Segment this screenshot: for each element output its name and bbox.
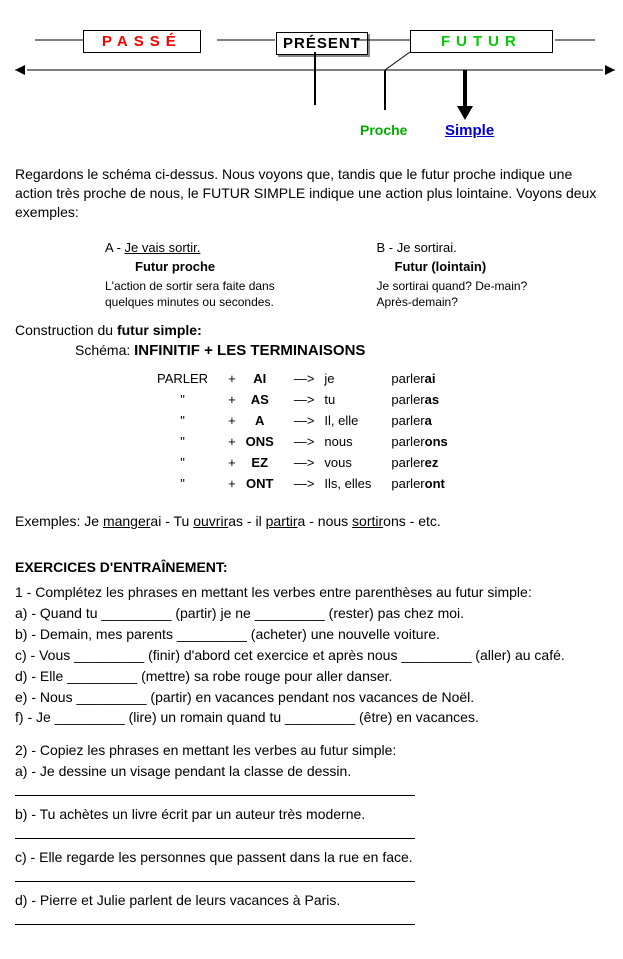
constr-bold: futur simple: [117,322,202,338]
example-b: B - Je sortirai. Futur (lointain) Je sor… [337,240,609,310]
ex-b-label: Futur (lointain) [377,259,599,274]
link-simple[interactable]: Simple [445,122,494,139]
examples-pair: A - Je vais sortir. Futur proche L'actio… [15,240,608,310]
answer-line [15,869,608,885]
ex1-item: d) - Elle _________ (mettre) sa robe rou… [15,667,608,686]
ex1-item: e) - Nous _________ (partir) en vacances… [15,688,608,707]
timeline-svg [15,10,615,145]
ex-b-desc: Je sortirai quand? De-main? Après-demain… [377,278,557,310]
ex-a-prefix: A - [105,240,125,255]
exercices-title: EXERCICES D'ENTRAÎNEMENT: [15,559,608,575]
answer-line [15,826,608,842]
conj-row: "+EZ—>vousparlerez [157,453,458,472]
conj-row: "+A—>Il, elleparlera [157,411,458,430]
ex1-item: f) - Je _________ (lire) un romain quand… [15,708,608,727]
ex-a-label: Futur proche [105,259,327,274]
ex2-item: d) - Pierre et Julie parlent de leurs va… [15,891,608,910]
ex1-intro: 1 - Complétez les phrases en mettant les… [15,583,608,602]
conj-row: "+ONT—>Ils, ellesparleront [157,474,458,493]
ex2-item: a) - Je dessine un visage pendant la cla… [15,762,608,781]
ex2-list: a) - Je dessine un visage pendant la cla… [15,762,608,928]
ex-b-prefix: B - [377,240,397,255]
ex1-item: c) - Vous _________ (finir) d'abord cet … [15,646,608,665]
ex2-intro: 2) - Copiez les phrases en mettant les v… [15,741,608,760]
constr-label: Construction du [15,322,117,338]
exemples-line: Exemples: Je mangerai - Tu ouvriras - il… [15,513,608,529]
intro-paragraph: Regardons le schéma ci-dessus. Nous voyo… [15,165,608,222]
ex1-item: a) - Quand tu _________ (partir) je ne _… [15,604,608,623]
schema-label: Schéma: [75,342,134,358]
ex2-item: b) - Tu achètes un livre écrit par un au… [15,805,608,824]
construction-heading: Construction du futur simple: [15,322,608,338]
ex-a-sentence: Je vais sortir. [125,240,201,255]
conj-row: PARLER+AI—>jeparlerai [157,369,458,388]
conj-row: "+ONS—>nousparlerons [157,432,458,451]
schema-line: Schéma: INFINITIF + LES TERMINAISONS [75,342,608,359]
timeline-diagram: PASSÉ PRÉSENT FUTUR Proche Simple [15,10,608,145]
example-a: A - Je vais sortir. Futur proche L'actio… [15,240,337,310]
schema-bold: INFINITIF + LES TERMINAISONS [134,342,365,359]
conjugation-table: PARLER+AI—>jeparlerai "+AS—>tuparleras "+A… [155,367,460,495]
ex2-item: c) - Elle regarde les personnes que pass… [15,848,608,867]
ex1-list: a) - Quand tu _________ (partir) je ne _… [15,604,608,727]
ex-b-sentence: Je sortirai. [397,240,457,255]
conj-row: "+AS—>tuparleras [157,390,458,409]
label-proche: Proche [360,122,407,138]
ex-a-desc: L'action de sortir sera faite dans quelq… [105,278,285,310]
ex1-item: b) - Demain, mes parents _________ (ache… [15,625,608,644]
answer-line [15,912,608,928]
answer-line [15,783,608,799]
